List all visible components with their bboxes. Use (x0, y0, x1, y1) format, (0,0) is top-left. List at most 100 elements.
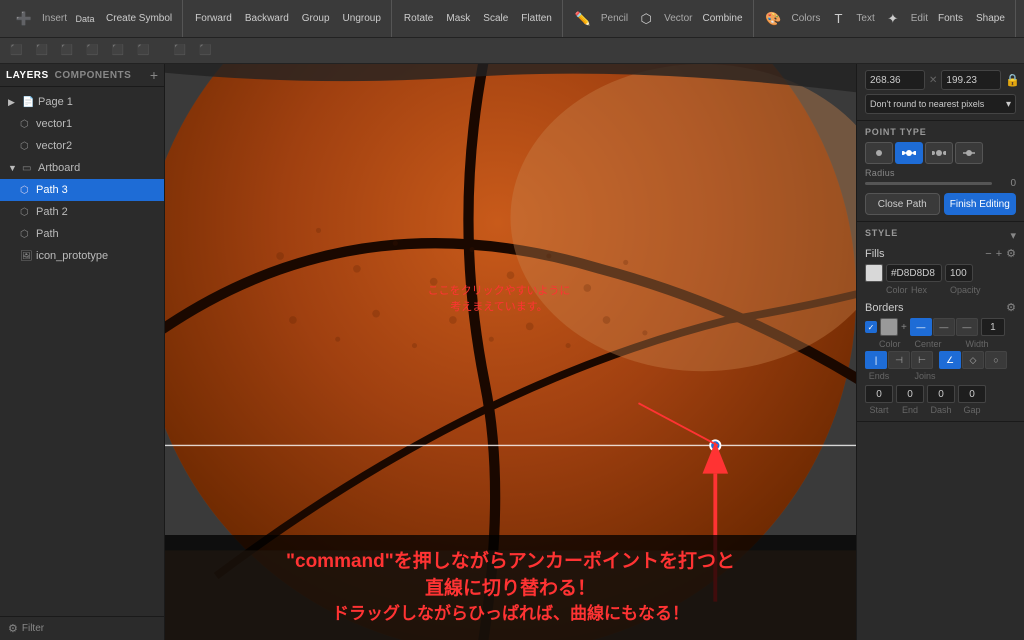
combine-button[interactable]: Combine (696, 11, 748, 26)
border-color-swatch[interactable] (880, 318, 898, 336)
width-input[interactable] (865, 70, 925, 90)
layer-item-path2[interactable]: ⬡ Path 2 (0, 201, 164, 223)
border-outside-button[interactable]: — (956, 318, 978, 336)
point-type-straight[interactable] (865, 142, 893, 164)
style-chevron[interactable]: ▾ (1010, 229, 1016, 242)
point-type-mirrored[interactable] (895, 142, 923, 164)
border-settings-icon[interactable]: + (901, 322, 907, 333)
layer-item-icon-prototype[interactable]: 🖼 icon_prototype (0, 245, 164, 267)
end-btn-2[interactable]: ⊣ (888, 351, 910, 369)
align-right-button[interactable]: ⬛ (55, 43, 79, 58)
layer-item-artboard[interactable]: ▼ ▭ Artboard (0, 157, 164, 179)
close-path-button[interactable]: Close Path (865, 193, 940, 215)
opacity-input[interactable] (945, 264, 973, 282)
point-type-buttons (865, 142, 1016, 164)
mask-button[interactable]: Mask (440, 11, 476, 26)
path-action-buttons: Close Path Finish Editing (865, 193, 1016, 215)
fill-color-swatch[interactable] (865, 264, 883, 282)
align-center-h-button[interactable]: ⬛ (29, 43, 53, 58)
insert-button[interactable]: ➕ (10, 6, 38, 32)
layer-item-path3[interactable]: ⬡ Path 3 (0, 179, 164, 201)
round-pixels-label: Don't round to nearest pixels (870, 99, 984, 109)
arrange-group: Forward Backward Group Ungroup (185, 0, 392, 37)
align-top-button[interactable]: ⬛ (80, 43, 104, 58)
annotation-line2: 考えまえています。 (450, 301, 547, 313)
layer-item-page1[interactable]: ▶ 📄 Page 1 (0, 91, 164, 113)
border-center-button[interactable]: — (933, 318, 955, 336)
ungroup-button[interactable]: Ungroup (337, 11, 387, 26)
join-btn-3[interactable]: ○ (985, 351, 1007, 369)
ends-labels: Ends Joins (865, 371, 1016, 381)
borders-gear-icon[interactable]: ⚙ (1006, 301, 1016, 314)
align-bottom-button[interactable]: ⬛ (131, 43, 155, 58)
group-button[interactable]: Group (296, 11, 336, 26)
borders-label: Borders (865, 302, 904, 314)
fills-gear-icon[interactable]: ⚙ (1006, 247, 1016, 260)
finish-editing-button[interactable]: Finish Editing (944, 193, 1017, 215)
text-label: Text (853, 13, 877, 24)
fills-header: Fills − + ⚙ (865, 247, 1016, 260)
distribute-h-button[interactable]: ⬛ (168, 43, 192, 58)
ends-row: | ⊣ ⊢ ∠ ◇ ○ (865, 351, 1016, 369)
data-button[interactable]: Data (71, 6, 99, 32)
vector-button[interactable]: ⬡ (632, 6, 660, 32)
height-input[interactable] (941, 70, 1001, 90)
layer-item-path[interactable]: ⬡ Path (0, 223, 164, 245)
create-symbol-button[interactable]: Create Symbol (100, 11, 178, 26)
draw-group: ✏️ Pencil ⬡ Vector Combine (565, 0, 754, 37)
align-left-button[interactable]: ⬛ (4, 43, 28, 58)
layer-item-vector2[interactable]: ⬡ vector2 (0, 135, 164, 157)
align-middle-v-button[interactable]: ⬛ (106, 43, 130, 58)
add-layer-button[interactable]: + (150, 68, 158, 82)
border-checkbox[interactable]: ✓ (865, 321, 877, 333)
layer-label-icon-prototype: icon_prototype (36, 250, 108, 262)
instruction-overlay: "command"を押しながらアンカーポイントを打つと 直線に切り替わる！ ドラ… (165, 535, 856, 640)
flatten-button[interactable]: Flatten (515, 11, 558, 26)
end-input[interactable] (896, 385, 924, 403)
scale-button[interactable]: Scale (477, 11, 514, 26)
gap-input[interactable] (958, 385, 986, 403)
end-btn-1[interactable]: | (865, 351, 887, 369)
distribute-v-button[interactable]: ⬛ (193, 43, 217, 58)
insert-label: Insert (39, 13, 70, 24)
tab-layers[interactable]: LAYERS (6, 70, 49, 81)
center-label: Center (915, 339, 942, 349)
point-type-asymmetric[interactable] (955, 142, 983, 164)
lock-icon[interactable]: 🔒 (1005, 73, 1020, 87)
border-width-input[interactable] (981, 318, 1005, 336)
join-btn-2[interactable]: ◇ (962, 351, 984, 369)
tab-components[interactable]: COMPONENTS (55, 70, 132, 81)
end-btn-3[interactable]: ⊢ (911, 351, 933, 369)
text-button[interactable]: T (824, 6, 852, 32)
border-inside-button[interactable]: — (910, 318, 932, 336)
path-icon: ⬡ (20, 229, 32, 240)
fills-add-icon[interactable]: + (996, 248, 1002, 260)
colors-button[interactable]: 🎨 (760, 6, 788, 32)
dash-input[interactable] (927, 385, 955, 403)
hex-input[interactable] (886, 264, 942, 282)
layer-item-vector1[interactable]: ⬡ vector1 (0, 113, 164, 135)
style-header: STYLE ▾ (865, 228, 1016, 243)
rotate-button[interactable]: Rotate (398, 11, 439, 26)
round-pixels-dropdown[interactable]: Don't round to nearest pixels ▾ (865, 94, 1016, 114)
canvas-area[interactable]: ここをクリックやすいように 考えまえています。 "command"を押しながらア… (165, 64, 856, 640)
annotation-bubble: ここをクリックやすいように 考えまえています。 (428, 283, 571, 316)
start-input[interactable] (865, 385, 893, 403)
artboard-icon: ▭ (22, 163, 34, 174)
shape-button[interactable]: Shape (970, 11, 1011, 26)
top-toolbar: ➕ Insert Data Create Symbol Forward Back… (0, 0, 1024, 38)
secondary-toolbar: ⬛ ⬛ ⬛ ⬛ ⬛ ⬛ ⬛ ⬛ (0, 38, 1024, 64)
edit-button[interactable]: ✦ (879, 6, 907, 32)
fills-minus-icon[interactable]: − (985, 248, 991, 260)
forward-button[interactable]: Forward (189, 11, 238, 26)
collapse-icon-artboard: ▼ (8, 163, 18, 173)
fonts-button[interactable]: Fonts (932, 11, 969, 26)
dash-labels: Start End Dash Gap (865, 405, 1016, 415)
point-type-disconnected[interactable] (925, 142, 953, 164)
backward-button[interactable]: Backward (239, 11, 295, 26)
filter-icon: ⚙ (8, 622, 18, 635)
radius-slider[interactable] (865, 182, 992, 185)
layer-label-vector2: vector2 (36, 140, 72, 152)
join-btn-1[interactable]: ∠ (939, 351, 961, 369)
pencil-button[interactable]: ✏️ (569, 6, 597, 32)
